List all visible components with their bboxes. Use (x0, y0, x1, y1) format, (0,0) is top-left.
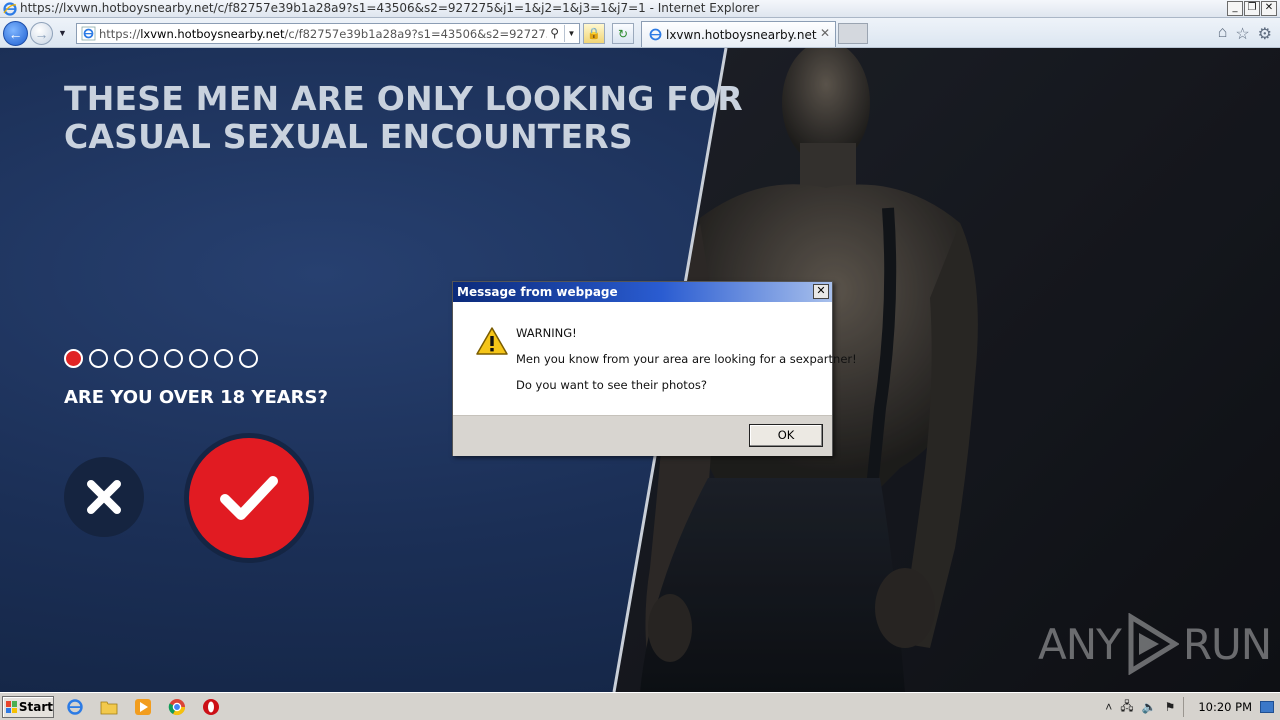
page-headline: THESE MEN ARE ONLY LOOKING FOR CASUAL SE… (64, 80, 743, 156)
dialog-line-warning: WARNING! (516, 326, 577, 340)
dialog-close-button[interactable]: ✕ (813, 284, 829, 299)
url-host: lxvwn.hotboysnearby.net (140, 27, 285, 41)
page-ie-icon (81, 26, 96, 41)
start-label: Start (18, 700, 53, 714)
step-progress-dots (64, 349, 258, 368)
watermark-left-text: ANY (1038, 619, 1122, 669)
volume-icon[interactable]: 🔈 (1142, 700, 1157, 714)
tab-label: lxvwn.hotboysnearby.net (666, 28, 817, 42)
no-button[interactable] (64, 457, 144, 537)
url-scheme: https:// (99, 27, 141, 41)
minimize-button[interactable]: _ (1227, 1, 1243, 16)
taskbar: Start ˄ 🖧 🔈 ⚑ 10:20 PM (0, 692, 1280, 720)
tools-gear-icon[interactable]: ⚙ (1258, 24, 1272, 44)
back-arrow-icon: ← (8, 25, 23, 42)
dialog-title: Message from webpage (457, 285, 618, 299)
dialog-footer: OK (453, 415, 832, 456)
step-dot (189, 349, 208, 368)
back-button[interactable]: ← (3, 21, 28, 46)
toolbar-icons: ⌂ ☆ ⚙ (1218, 24, 1272, 44)
chrome-icon[interactable] (166, 697, 188, 717)
tray-expand-icon[interactable]: ˄ (1105, 700, 1112, 714)
warning-icon (476, 327, 508, 355)
headline-line-2: CASUAL SEXUAL ENCOUNTERS (64, 117, 633, 156)
forward-button[interactable]: → (30, 22, 53, 45)
checkmark-icon (220, 476, 278, 520)
home-icon[interactable]: ⌂ (1218, 24, 1228, 44)
message-dialog: Message from webpage ✕ WARNING! Men you … (452, 281, 857, 456)
dialog-title-bar: Message from webpage ✕ (453, 282, 832, 302)
history-dropdown-icon[interactable]: ▼ (58, 28, 67, 38)
quick-launch (64, 697, 222, 717)
address-dropdown-icon[interactable]: ▼ (564, 25, 578, 42)
yes-button[interactable] (189, 438, 309, 558)
step-dot (114, 349, 133, 368)
clock[interactable]: 10:20 PM (1192, 700, 1252, 714)
start-button[interactable]: Start (2, 696, 54, 718)
navigation-bar: ← → ▼ https://lxvwn.hotboysnearby.net/c/… (0, 18, 1280, 48)
forward-arrow-icon: → (34, 25, 49, 42)
play-logo-icon (1128, 613, 1179, 675)
tray-separator (1183, 697, 1185, 717)
refresh-button[interactable]: ↻ (612, 23, 634, 44)
lock-icon: 🔒 (587, 28, 601, 40)
ok-button[interactable]: OK (749, 424, 823, 447)
tab-ie-icon (649, 28, 662, 41)
step-dot (139, 349, 158, 368)
favorites-star-icon[interactable]: ☆ (1235, 24, 1249, 44)
restore-button[interactable]: ❐ (1244, 1, 1260, 16)
anyrun-watermark: ANY RUN (1038, 613, 1272, 675)
refresh-icon: ↻ (617, 26, 629, 41)
title-bar: https://lxvwn.hotboysnearby.net/c/f82757… (0, 0, 1280, 18)
new-tab-button[interactable] (838, 23, 868, 44)
show-desktop-icon[interactable] (1260, 701, 1274, 713)
headline-line-1: THESE MEN ARE ONLY LOOKING FOR (64, 79, 743, 118)
watermark-right-text: RUN (1182, 619, 1272, 669)
step-dot (89, 349, 108, 368)
tab-close-icon[interactable]: ✕ (820, 26, 830, 40)
dialog-line-message: Men you know from your area are looking … (516, 352, 857, 366)
cross-icon (87, 480, 121, 514)
window-title: https://lxvwn.hotboysnearby.net/c/f82757… (20, 1, 760, 15)
opera-icon[interactable] (200, 697, 222, 717)
windows-logo-icon (6, 701, 17, 713)
search-icon[interactable]: ⚲ (550, 26, 559, 40)
security-lock-button[interactable]: 🔒 (583, 23, 605, 44)
network-icon[interactable]: 🖧 (1120, 697, 1133, 718)
close-window-button[interactable]: ✕ (1261, 1, 1277, 16)
ie-logo-icon (3, 2, 17, 16)
step-dot (164, 349, 183, 368)
step-dot (239, 349, 258, 368)
folder-icon[interactable] (98, 697, 120, 717)
step-dot-active (64, 349, 83, 368)
tab-current[interactable]: lxvwn.hotboysnearby.net ✕ (641, 21, 836, 47)
window-controls: _ ❐ ✕ (1227, 1, 1277, 16)
dialog-line-question: Do you want to see their photos? (516, 378, 707, 392)
media-player-icon[interactable] (132, 697, 154, 717)
address-bar[interactable]: https://lxvwn.hotboysnearby.net/c/f82757… (76, 23, 580, 44)
step-dot (214, 349, 233, 368)
browser-window: https://lxvwn.hotboysnearby.net/c/f82757… (0, 0, 1280, 692)
system-tray: ˄ 🖧 🔈 ⚑ 10:20 PM (1105, 695, 1280, 719)
action-center-flag-icon[interactable]: ⚑ (1165, 700, 1176, 714)
url-text[interactable]: https://lxvwn.hotboysnearby.net/c/f82757… (99, 27, 547, 41)
url-path: /c/f82757e39b1a28a9?s1=43506&s2=927275&s… (284, 27, 548, 41)
age-question: ARE YOU OVER 18 YEARS? (64, 387, 328, 408)
internet-explorer-icon[interactable] (64, 697, 86, 717)
